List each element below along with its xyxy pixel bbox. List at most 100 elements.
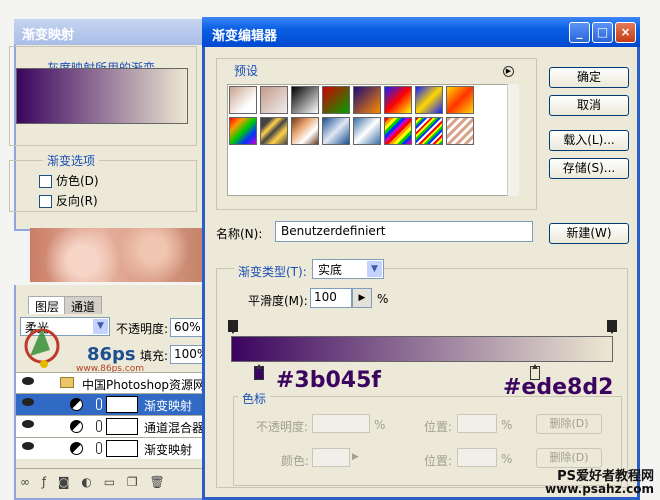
preset-swatch[interactable] bbox=[322, 117, 350, 145]
adjustment-icon[interactable]: ◐ bbox=[81, 475, 91, 489]
maximize-icon[interactable]: □ bbox=[592, 22, 613, 43]
gradient-type-select[interactable]: 实底 ▼ bbox=[312, 259, 384, 279]
stop-color-swatch[interactable] bbox=[312, 448, 350, 467]
save-button[interactable]: 存储(S)... bbox=[549, 158, 629, 179]
preset-swatch[interactable] bbox=[229, 86, 257, 114]
new-button[interactable]: 新建(W) bbox=[549, 223, 629, 244]
preset-swatch[interactable] bbox=[322, 86, 350, 114]
preset-swatch[interactable] bbox=[260, 117, 288, 145]
stop-color-label: 颜色: bbox=[281, 454, 310, 468]
layer-name: 渐变映射 bbox=[144, 399, 193, 413]
color-stop-left[interactable] bbox=[254, 364, 264, 380]
layer-mask-thumbnail[interactable] bbox=[106, 418, 138, 435]
load-button[interactable]: 载入(L)... bbox=[549, 130, 629, 151]
overlay-logo-text: 86ps bbox=[87, 344, 136, 365]
chain-link-icon[interactable] bbox=[96, 420, 102, 432]
reverse-checkbox[interactable]: 反向(R) bbox=[39, 192, 98, 209]
layer-group-row[interactable]: 中国Photoshop资源网 bbox=[16, 372, 206, 394]
layer-row[interactable]: 渐变映射 bbox=[16, 437, 206, 459]
trash-icon[interactable]: 🗑 bbox=[149, 475, 164, 489]
stop-position-pct: % bbox=[501, 418, 513, 432]
folder-icon bbox=[60, 377, 74, 388]
stops-label: 色标 bbox=[238, 390, 271, 407]
adjustment-layer-icon bbox=[70, 442, 83, 455]
chain-link-icon[interactable] bbox=[96, 398, 102, 410]
gradient-options-group bbox=[9, 160, 197, 212]
preset-swatch[interactable] bbox=[260, 86, 288, 114]
preset-swatch[interactable] bbox=[384, 86, 412, 114]
eye-icon[interactable] bbox=[22, 377, 34, 385]
chevron-down-icon[interactable]: ▼ bbox=[93, 319, 108, 334]
add-mask-icon[interactable]: ◙ bbox=[58, 475, 70, 489]
start-color-hex: #3b045f bbox=[276, 368, 381, 393]
presets-scrollbar[interactable] bbox=[507, 84, 519, 196]
smoothness-stepper[interactable]: ▶ bbox=[352, 288, 372, 308]
new-layer-icon[interactable]: ❐ bbox=[127, 475, 138, 489]
close-icon[interactable]: × bbox=[615, 22, 636, 43]
dither-checkbox[interactable]: 仿色(D) bbox=[39, 172, 99, 189]
layer-style-icon[interactable]: ƒ bbox=[42, 475, 46, 489]
preset-swatch[interactable] bbox=[446, 117, 474, 145]
stop-opacity-pct: % bbox=[374, 418, 386, 432]
adjustment-layer-icon bbox=[70, 398, 83, 411]
layer-name: 通道混合器 bbox=[144, 421, 205, 435]
tab-channels[interactable]: 通道 bbox=[64, 296, 103, 314]
preset-swatch[interactable] bbox=[384, 117, 412, 145]
layer-row[interactable]: 渐变映射 bbox=[16, 393, 206, 415]
layer-row[interactable]: 通道混合器 bbox=[16, 415, 206, 437]
tab-layers[interactable]: 图层 bbox=[28, 296, 67, 314]
preset-swatch[interactable] bbox=[291, 86, 319, 114]
stop-position-label: 位置: bbox=[424, 420, 453, 434]
opacity-label: 不透明度: bbox=[116, 322, 169, 336]
smoothness-input[interactable]: 100 bbox=[310, 288, 352, 308]
color-stop-menu-icon[interactable]: ▶ bbox=[352, 452, 359, 462]
smoothness-unit: % bbox=[377, 292, 389, 306]
stop-color-position-pct: % bbox=[501, 452, 513, 466]
preset-swatch[interactable] bbox=[291, 117, 319, 145]
opacity-stop-right[interactable] bbox=[607, 320, 617, 334]
reverse-checkbox-box[interactable] bbox=[39, 195, 52, 208]
layer-indent bbox=[40, 394, 60, 415]
gradient-type-value: 实底 bbox=[318, 263, 343, 277]
new-group-icon[interactable]: ▭ bbox=[104, 475, 115, 489]
reverse-label: 反向(R) bbox=[56, 194, 98, 208]
delete-opacity-stop-button[interactable]: 删除(D) bbox=[536, 414, 602, 434]
preset-swatch[interactable] bbox=[415, 86, 443, 114]
preset-swatch[interactable] bbox=[446, 86, 474, 114]
gradient-map-title: 渐变映射 bbox=[14, 19, 214, 45]
eye-icon[interactable] bbox=[22, 442, 34, 450]
gradient-type-label: 渐变类型(T): bbox=[234, 263, 311, 280]
eye-icon[interactable] bbox=[22, 398, 34, 406]
logo-86ps-icon bbox=[20, 320, 68, 368]
stop-opacity-label: 不透明度: bbox=[256, 420, 309, 434]
eye-icon[interactable] bbox=[22, 420, 34, 428]
cancel-button[interactable]: 取消 bbox=[549, 95, 629, 116]
chevron-down-icon[interactable]: ▼ bbox=[367, 261, 382, 277]
presets-grid bbox=[227, 84, 517, 196]
presets-menu-icon[interactable]: ▶ bbox=[503, 66, 514, 77]
layer-mask-thumbnail[interactable] bbox=[106, 440, 138, 457]
preset-swatch[interactable] bbox=[415, 117, 443, 145]
dither-checkbox-box[interactable] bbox=[39, 175, 52, 188]
ok-button[interactable]: 确定 bbox=[549, 67, 629, 88]
smoothness-label: 平滑度(M): bbox=[248, 294, 308, 308]
preset-swatch[interactable] bbox=[353, 117, 381, 145]
preset-swatch[interactable] bbox=[353, 86, 381, 114]
layer-mask-thumbnail[interactable] bbox=[106, 396, 138, 413]
gradient-bar[interactable] bbox=[231, 336, 613, 362]
watermark-url: www.psahz.com bbox=[545, 482, 654, 496]
opacity-stop-left[interactable] bbox=[228, 320, 238, 334]
adjustment-layer-icon bbox=[70, 420, 83, 433]
layer-name: 渐变映射 bbox=[144, 443, 193, 457]
stop-opacity-input[interactable] bbox=[312, 414, 370, 433]
gradient-name-input[interactable]: Benutzerdefiniert bbox=[275, 221, 533, 242]
layer-group-name: 中国Photoshop资源网 bbox=[82, 378, 206, 392]
stop-color-position-input[interactable] bbox=[457, 448, 497, 467]
stop-position-input[interactable] bbox=[457, 414, 497, 433]
chain-link-icon[interactable] bbox=[96, 442, 102, 454]
gradient-map-preview[interactable] bbox=[16, 68, 188, 124]
fill-label: 填充: bbox=[140, 349, 169, 363]
minimize-icon[interactable]: _ bbox=[569, 22, 590, 43]
link-layers-icon[interactable]: ∞ bbox=[20, 475, 30, 489]
preset-swatch[interactable] bbox=[229, 117, 257, 145]
